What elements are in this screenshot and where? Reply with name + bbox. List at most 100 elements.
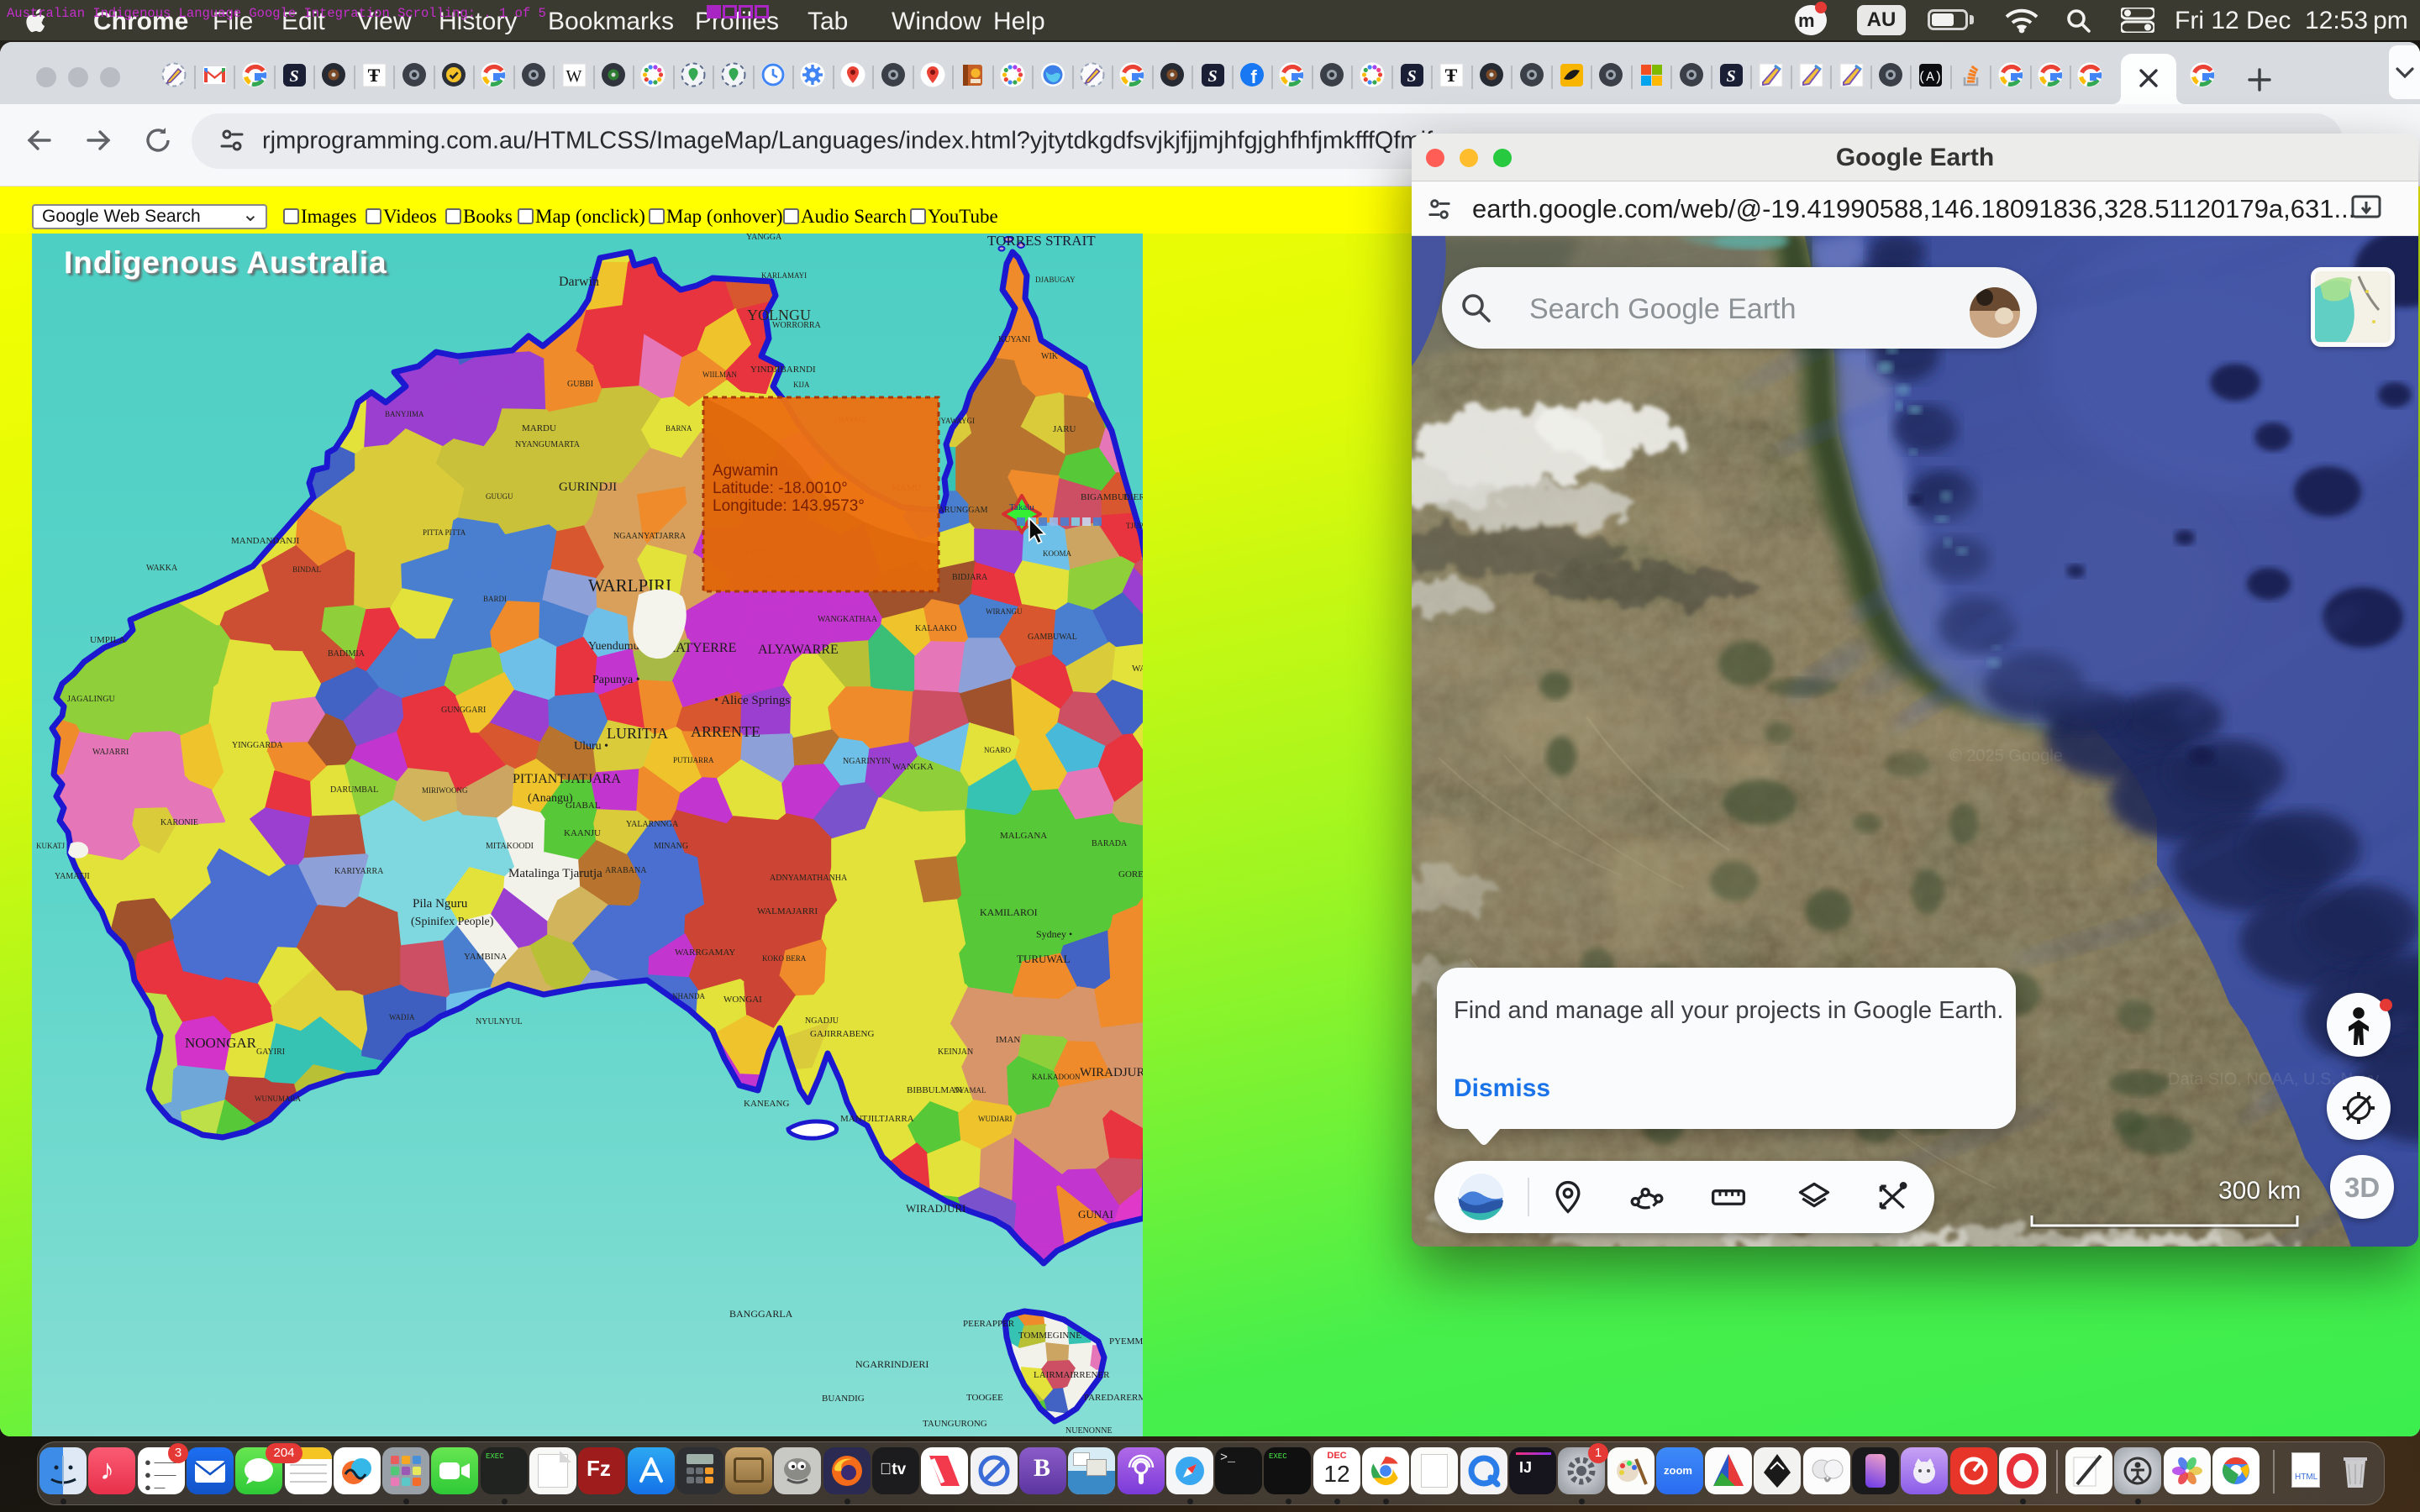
svg-text:KOOMA: KOOMA (1043, 549, 1072, 558)
svg-text:IMAN: IMAN (996, 1035, 1020, 1045)
svg-text:Ŧ: Ŧ (1445, 65, 1458, 86)
svg-text:Matalinga Tjarutja: Matalinga Tjarutja (508, 867, 602, 880)
svg-text:NGAANYATJARRA: NGAANYATJARRA (613, 532, 687, 541)
svg-text:BIBBULMAN: BIBBULMAN (907, 1085, 962, 1095)
svg-text:Longitude: 143.9573°: Longitude: 143.9573° (713, 497, 865, 515)
svg-text:Sydney •: Sydney • (1036, 928, 1072, 940)
svg-text:KALAAKO: KALAAKO (915, 624, 956, 633)
svg-text:NGARO: NGARO (984, 746, 1012, 754)
svg-text:KIJA: KIJA (793, 381, 810, 389)
svg-text:WUNUMARA: WUNUMARA (255, 1095, 301, 1103)
svg-text:Papunya •: Papunya • (592, 674, 640, 686)
svg-text:GURINDJI: GURINDJI (559, 480, 617, 494)
svg-text:NHANDA: NHANDA (672, 992, 705, 1000)
svg-text:YAMBINA: YAMBINA (464, 952, 507, 962)
svg-text:WALMAJARRI: WALMAJARRI (757, 906, 818, 916)
svg-text:BANGGARLA: BANGGARLA (729, 1308, 793, 1320)
svg-text:NGARINYIN: NGARINYIN (843, 757, 891, 766)
svg-text:MINANG: MINANG (654, 842, 688, 851)
svg-text:GAJIRRABENG: GAJIRRABENG (810, 1029, 874, 1039)
svg-text:MALGANA: MALGANA (1000, 831, 1047, 841)
svg-text:S: S (1726, 67, 1735, 86)
svg-text:MARDU: MARDU (522, 423, 556, 433)
svg-text:DARUMBAL: DARUMBAL (330, 785, 378, 795)
svg-text:WIILMAN: WIILMAN (702, 370, 737, 379)
svg-text:MITAKOODI: MITAKOODI (486, 842, 534, 851)
svg-text:NYANGUMARTA: NYANGUMARTA (515, 440, 581, 449)
svg-text:BANYJIMA: BANYJIMA (385, 410, 424, 418)
svg-text:NGARRINDJERI: NGARRINDJERI (855, 1358, 929, 1370)
svg-text:WIK: WIK (1041, 352, 1059, 361)
svg-text:ARRENTE: ARRENTE (691, 723, 760, 740)
svg-text:Takalu: Takalu (1009, 502, 1034, 512)
svg-text:WIRADJURI: WIRADJURI (1080, 1066, 1143, 1079)
svg-text:WANGKA: WANGKA (892, 762, 934, 772)
svg-text:Agwamin: Agwamin (713, 462, 778, 480)
svg-text:NGADJU: NGADJU (805, 1016, 839, 1026)
svg-text:KOKO BERA: KOKO BERA (762, 954, 807, 963)
svg-text:WUDJARI: WUDJARI (978, 1115, 1013, 1123)
svg-text:GUNAI: GUNAI (1078, 1208, 1113, 1221)
svg-text:YANGGA: YANGGA (746, 234, 782, 242)
svg-text:S: S (1407, 67, 1416, 86)
svg-text:ADNYAMATHANHA: ADNYAMATHANHA (770, 874, 848, 883)
svg-text:LAIRMAIRRENER: LAIRMAIRRENER (1034, 1370, 1110, 1380)
svg-text:BUANDIG: BUANDIG (822, 1394, 865, 1404)
svg-text:PITJANTJATJARA: PITJANTJATJARA (513, 772, 621, 786)
svg-text:KAANJU: KAANJU (564, 828, 601, 838)
svg-text:TJUPAN: TJUPAN (1126, 522, 1143, 530)
svg-text:YINGGARDA: YINGGARDA (232, 741, 283, 750)
svg-text:KEINJAN: KEINJAN (938, 1047, 973, 1057)
svg-text:GORENG: GORENG (1118, 869, 1143, 879)
svg-text:BARUNGGAM: BARUNGGAM (933, 506, 988, 515)
svg-text:GAYIRI: GAYIRI (256, 1047, 285, 1057)
svg-text:BARADA: BARADA (1092, 839, 1128, 848)
svg-text:WONGAI: WONGAI (723, 995, 762, 1005)
svg-text:JAGALINGU: JAGALINGU (67, 695, 115, 704)
svg-text:YALARNNGA: YALARNNGA (626, 820, 679, 829)
svg-text:YINDJIBARNDI: YINDJIBARNDI (750, 365, 816, 375)
svg-text:PITTA PITTA: PITTA PITTA (423, 528, 466, 537)
svg-text:NUENONNE: NUENONNE (1065, 1426, 1113, 1436)
svg-text:JARU: JARU (1053, 424, 1076, 434)
svg-text:(A): (A) (1918, 70, 1943, 85)
svg-text:ARABANA: ARABANA (605, 866, 647, 875)
svg-text:PUTIJARRA: PUTIJARRA (673, 756, 714, 764)
svg-text:WIRADJURI: WIRADJURI (906, 1202, 966, 1215)
svg-text:YAMATJI: YAMATJI (55, 872, 90, 881)
svg-text:PEERAPPER: PEERAPPER (963, 1319, 1015, 1329)
svg-text:KANEANG: KANEANG (744, 1099, 789, 1109)
svg-text:WORRORRA: WORRORRA (772, 321, 822, 330)
svg-text:S: S (1207, 67, 1217, 86)
svg-text:Latitude: -18.0010°: Latitude: -18.0010° (713, 480, 848, 497)
svg-text:Pila Nguru: Pila Nguru (413, 897, 468, 911)
svg-text:BARNA: BARNA (666, 424, 692, 433)
svg-text:GIABAL: GIABAL (566, 801, 601, 811)
svg-text:KALKADOON: KALKADOON (1032, 1073, 1081, 1081)
svg-text:NOONGAR: NOONGAR (185, 1035, 257, 1051)
svg-text:WIRANGU: WIRANGU (986, 607, 1023, 616)
svg-text:NYAWAYGI: NYAWAYGI (935, 417, 975, 425)
svg-text:WARRGAMAY: WARRGAMAY (675, 948, 735, 958)
svg-text:TURUWAL: TURUWAL (1017, 953, 1071, 965)
svg-text:UMPILA: UMPILA (90, 635, 125, 645)
svg-text:KUKATJ: KUKATJ (36, 842, 65, 850)
svg-text:WANGKATHAA: WANGKATHAA (818, 615, 878, 624)
svg-text:KARIYARRA: KARIYARRA (334, 867, 384, 876)
svg-text:NYULNYUL: NYULNYUL (476, 1017, 523, 1026)
svg-text:TOOGEE: TOOGEE (966, 1393, 1003, 1403)
svg-text:BARDI: BARDI (483, 595, 507, 603)
svg-text:PAREDARERME: PAREDARERME (1084, 1393, 1143, 1403)
svg-text:LURITJA: LURITJA (607, 725, 668, 742)
svg-text:MIRIWOONG: MIRIWOONG (422, 786, 468, 795)
svg-text:KAMILAROI: KAMILAROI (980, 906, 1038, 918)
svg-text:KARLAMAYI: KARLAMAYI (761, 271, 807, 280)
svg-text:ALYAWARRE: ALYAWARRE (758, 643, 839, 657)
svg-text:S: S (289, 67, 298, 86)
svg-text:MANTJILTJARRA: MANTJILTJARRA (840, 1114, 914, 1124)
svg-text:GUUGU: GUUGU (486, 492, 513, 501)
svg-text:DJABUGAY: DJABUGAY (1035, 276, 1076, 284)
svg-text:WAKKA: WAKKA (146, 564, 178, 573)
svg-text:Uluru •: Uluru • (574, 740, 608, 753)
svg-text:PYEMMAIRE: PYEMMAIRE (1109, 1336, 1143, 1347)
